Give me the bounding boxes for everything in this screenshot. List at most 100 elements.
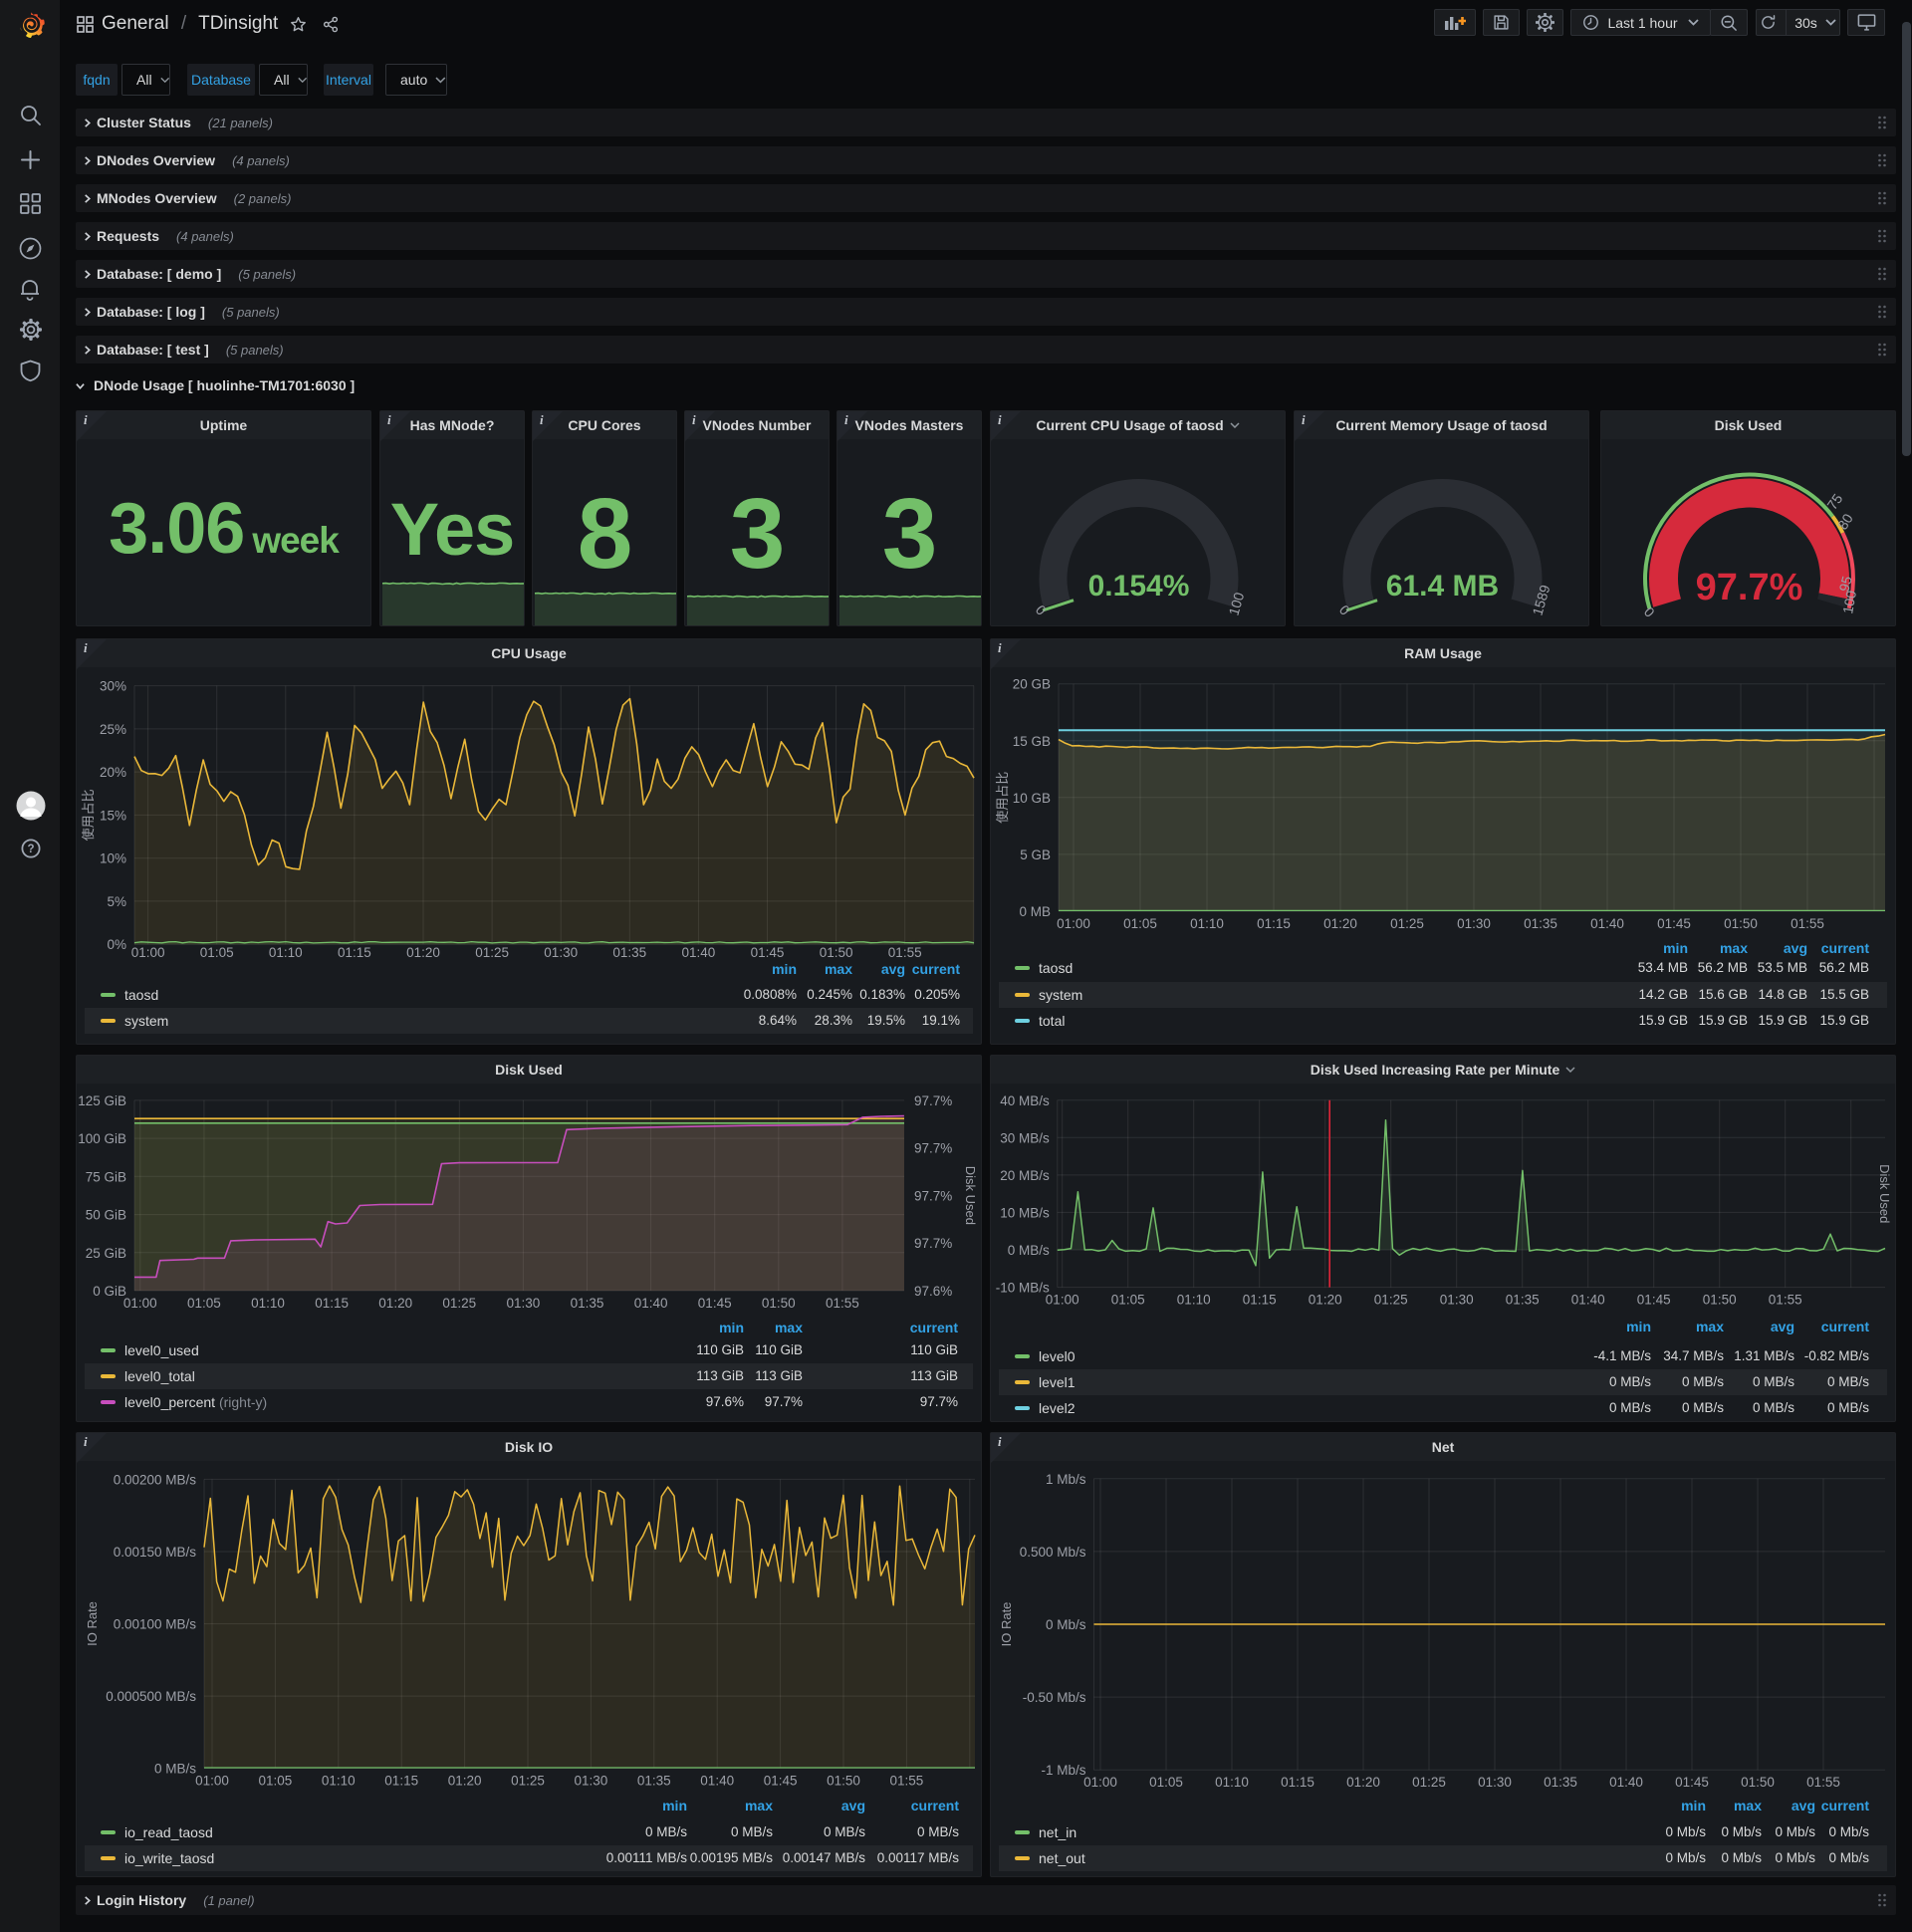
svg-text:01:20: 01:20 (1346, 1775, 1380, 1790)
svg-text:0.00100 MB/s: 0.00100 MB/s (114, 1617, 197, 1632)
svg-text:97.7%: 97.7% (914, 1236, 952, 1251)
svg-text:97.7%: 97.7% (914, 1141, 952, 1156)
svg-text:-0.50 Mb/s: -0.50 Mb/s (1023, 1690, 1086, 1705)
svg-text:97.7%: 97.7% (914, 1189, 952, 1204)
svg-text:Disk Used: Disk Used (963, 1166, 978, 1225)
svg-text:01:35: 01:35 (612, 945, 646, 960)
svg-text:01:25: 01:25 (1374, 1293, 1408, 1308)
svg-text:0.00200 MB/s: 0.00200 MB/s (114, 1472, 197, 1487)
svg-text:?: ? (27, 844, 34, 855)
svg-text:01:35: 01:35 (1506, 1293, 1540, 1308)
svg-text:01:10: 01:10 (1177, 1293, 1211, 1308)
svg-text:01:05: 01:05 (187, 1296, 221, 1311)
svg-text:0 Mb/s: 0 Mb/s (1046, 1617, 1086, 1632)
svg-text:01:45: 01:45 (1637, 1293, 1671, 1308)
svg-text:-1 Mb/s: -1 Mb/s (1041, 1763, 1085, 1778)
svg-text:01:15: 01:15 (1257, 916, 1291, 931)
svg-text:01:25: 01:25 (475, 945, 509, 960)
svg-text:01:45: 01:45 (751, 945, 785, 960)
svg-text:01:05: 01:05 (259, 1774, 293, 1789)
svg-text:01:00: 01:00 (131, 945, 165, 960)
svg-text:1 Mb/s: 1 Mb/s (1046, 1472, 1086, 1487)
svg-text:0 GiB: 0 GiB (93, 1284, 126, 1299)
svg-text:01:35: 01:35 (637, 1774, 671, 1789)
svg-text:0 MB: 0 MB (1019, 904, 1051, 919)
svg-text:01:40: 01:40 (682, 945, 716, 960)
svg-text:01:55: 01:55 (890, 1774, 924, 1789)
svg-text:01:05: 01:05 (1149, 1775, 1183, 1790)
svg-text:0.500 Mb/s: 0.500 Mb/s (1020, 1545, 1086, 1560)
svg-text:30 MB/s: 30 MB/s (1000, 1130, 1050, 1145)
svg-text:01:55: 01:55 (1769, 1293, 1802, 1308)
svg-text:01:50: 01:50 (762, 1296, 796, 1311)
svg-text:01:50: 01:50 (827, 1774, 860, 1789)
svg-text:01:10: 01:10 (251, 1296, 285, 1311)
svg-text:0: 0 (1641, 604, 1658, 620)
svg-text:125 GiB: 125 GiB (78, 1093, 126, 1108)
svg-text:01:00: 01:00 (1046, 1293, 1079, 1308)
svg-text:01:50: 01:50 (1703, 1293, 1737, 1308)
svg-text:97.7%: 97.7% (1696, 567, 1803, 608)
svg-text:01:50: 01:50 (1741, 1775, 1775, 1790)
svg-text:01:25: 01:25 (1390, 916, 1424, 931)
svg-text:01:40: 01:40 (1571, 1293, 1605, 1308)
svg-text:01:45: 01:45 (1657, 916, 1691, 931)
svg-text:-10 MB/s: -10 MB/s (996, 1281, 1050, 1296)
svg-text:01:15: 01:15 (384, 1774, 418, 1789)
svg-text:15%: 15% (100, 808, 126, 823)
svg-text:10 GB: 10 GB (1013, 791, 1051, 806)
svg-text:01:40: 01:40 (700, 1774, 734, 1789)
svg-text:01:25: 01:25 (442, 1296, 476, 1311)
svg-text:01:50: 01:50 (820, 945, 853, 960)
svg-text:25 GiB: 25 GiB (86, 1246, 126, 1261)
svg-text:01:15: 01:15 (338, 945, 371, 960)
svg-text:97.7%: 97.7% (914, 1093, 952, 1108)
svg-text:01:10: 01:10 (269, 945, 303, 960)
svg-text:0 MB/s: 0 MB/s (1008, 1243, 1050, 1258)
svg-text:01:05: 01:05 (200, 945, 234, 960)
svg-text:01:15: 01:15 (1281, 1775, 1314, 1790)
svg-text:01:00: 01:00 (195, 1774, 229, 1789)
svg-text:01:30: 01:30 (1440, 1293, 1474, 1308)
svg-text:75 GiB: 75 GiB (86, 1169, 126, 1184)
svg-text:20 GB: 20 GB (1013, 677, 1051, 692)
svg-text:10%: 10% (100, 851, 126, 866)
svg-text:01:00: 01:00 (123, 1296, 157, 1311)
svg-text:100: 100 (1839, 590, 1859, 615)
svg-text:使用占比: 使用占比 (81, 789, 96, 841)
svg-text:01:25: 01:25 (511, 1774, 545, 1789)
svg-text:01:30: 01:30 (544, 945, 578, 960)
svg-text:IO Rate: IO Rate (85, 1601, 100, 1646)
svg-text:Disk Used: Disk Used (1877, 1164, 1892, 1223)
svg-text:20 MB/s: 20 MB/s (1000, 1168, 1050, 1183)
svg-text:01:30: 01:30 (1457, 916, 1491, 931)
svg-text:01:45: 01:45 (764, 1774, 798, 1789)
svg-text:01:25: 01:25 (1412, 1775, 1446, 1790)
svg-text:01:40: 01:40 (1609, 1775, 1643, 1790)
svg-text:使用占比: 使用占比 (995, 772, 1010, 824)
svg-text:40 MB/s: 40 MB/s (1000, 1093, 1050, 1108)
svg-text:01:05: 01:05 (1111, 1293, 1145, 1308)
svg-text:01:15: 01:15 (315, 1296, 349, 1311)
svg-text:80: 80 (1834, 511, 1856, 533)
svg-text:15 GB: 15 GB (1013, 734, 1051, 749)
svg-text:100 GiB: 100 GiB (78, 1131, 126, 1146)
svg-text:30%: 30% (100, 679, 126, 694)
svg-text:01:40: 01:40 (1590, 916, 1624, 931)
svg-text:01:35: 01:35 (571, 1296, 604, 1311)
svg-text:01:30: 01:30 (1478, 1775, 1512, 1790)
svg-text:01:20: 01:20 (1323, 916, 1357, 931)
svg-text:01:05: 01:05 (1123, 916, 1157, 931)
svg-text:01:00: 01:00 (1083, 1775, 1117, 1790)
svg-text:01:30: 01:30 (507, 1296, 541, 1311)
svg-text:50 GiB: 50 GiB (86, 1208, 126, 1223)
svg-text:0.154%: 0.154% (1088, 570, 1190, 603)
svg-text:01:20: 01:20 (406, 945, 440, 960)
svg-text:01:30: 01:30 (575, 1774, 608, 1789)
svg-text:01:10: 01:10 (1190, 916, 1224, 931)
svg-text:01:55: 01:55 (1791, 916, 1824, 931)
svg-text:25%: 25% (100, 722, 126, 737)
svg-text:01:40: 01:40 (634, 1296, 668, 1311)
svg-text:61.4 MB: 61.4 MB (1386, 570, 1499, 603)
svg-text:01:10: 01:10 (1215, 1775, 1249, 1790)
